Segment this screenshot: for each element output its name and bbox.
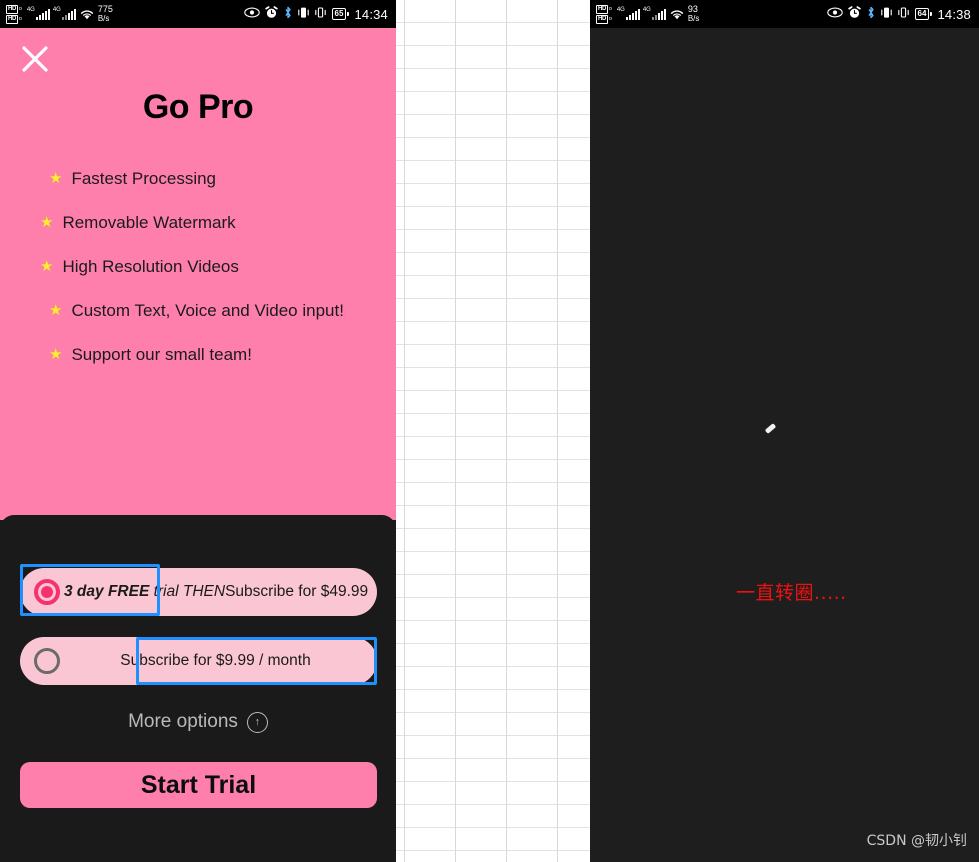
right-phone-screen: HD ᴅ HD ᴅ 4G 4G 93 B/s 64 14:38 bbox=[590, 0, 979, 862]
feature-label: High Resolution Videos bbox=[62, 257, 239, 276]
network-speed-value: 775 bbox=[97, 4, 113, 14]
network-speed-value: 93 bbox=[687, 4, 698, 14]
right-status-bar: HD ᴅ HD ᴅ 4G 4G 93 B/s 64 14:38 bbox=[590, 0, 979, 28]
hd-icon: HD bbox=[6, 4, 19, 14]
plan-option-free-trial[interactable]: 3 day FREE trial THENSubscribe for $49.9… bbox=[20, 568, 377, 616]
radio-selected-icon[interactable] bbox=[34, 579, 60, 605]
battery-saver-icon bbox=[880, 6, 892, 22]
eye-icon bbox=[826, 7, 843, 21]
status-bar-left-group: HD ᴅ HD ᴅ 4G 4G bbox=[6, 4, 113, 24]
network-type-label: 4G bbox=[52, 6, 61, 13]
eye-icon bbox=[243, 7, 260, 21]
feature-label: Fastest Processing bbox=[71, 169, 217, 188]
plan-option-monthly[interactable]: Subscribe for $9.99 / month bbox=[20, 637, 377, 685]
close-icon[interactable] bbox=[18, 42, 52, 76]
hd-icon: HD bbox=[596, 4, 609, 14]
star-icon: ★ bbox=[49, 346, 63, 363]
feature-item: ★ Custom Text, Voice and Video input! bbox=[40, 300, 380, 322]
signal-bars-sim2-icon: 4G bbox=[642, 6, 666, 20]
network-speed: 775 B/s bbox=[97, 4, 113, 24]
left-status-bar: HD ᴅ HD ᴅ 4G 4G 775 B/s 65 14:34 bbox=[0, 0, 396, 28]
hd-sub-label: ᴅ bbox=[19, 16, 22, 22]
hd-badges: HD ᴅ HD ᴅ bbox=[6, 4, 22, 24]
bluetooth-icon bbox=[283, 6, 293, 22]
screenshot-root: HD ᴅ HD ᴅ 4G 4G 775 B/s 65 14:34 Go Pro … bbox=[0, 0, 979, 862]
more-options-button[interactable]: More options ↑ bbox=[0, 711, 396, 733]
plan-label-part-then: trial THEN bbox=[153, 583, 226, 600]
arrow-glyph: ↑ bbox=[254, 715, 261, 728]
wifi-icon bbox=[670, 9, 684, 20]
left-phone-screen: HD ᴅ HD ᴅ 4G 4G 775 B/s 65 14:34 Go Pro … bbox=[0, 0, 396, 862]
hd-badge-sim1: HD ᴅ bbox=[6, 4, 22, 14]
hd-badge-sim1: HD ᴅ bbox=[596, 4, 612, 14]
star-icon: ★ bbox=[49, 302, 63, 319]
hd-sub-label: ᴅ bbox=[609, 6, 612, 12]
status-bar-clock: 14:38 bbox=[937, 6, 971, 22]
status-bar-left-group: HD ᴅ HD ᴅ 4G 4G bbox=[596, 4, 700, 24]
network-type-label: 4G bbox=[616, 6, 625, 13]
bluetooth-icon bbox=[866, 6, 876, 22]
hd-sub-label: ᴅ bbox=[19, 6, 22, 12]
network-type-label: 4G bbox=[642, 6, 651, 13]
star-icon: ★ bbox=[40, 258, 54, 275]
alarm-clock-icon bbox=[847, 6, 861, 22]
signal-bars-sim1-icon: 4G bbox=[616, 6, 640, 20]
feature-label: Support our small team! bbox=[71, 345, 252, 364]
vibrate-icon bbox=[314, 6, 327, 22]
battery-level-label: 64 bbox=[914, 8, 930, 20]
vibrate-icon bbox=[897, 6, 910, 22]
more-options-label: More options bbox=[128, 711, 238, 732]
star-icon: ★ bbox=[40, 214, 54, 231]
network-speed: 93 B/s bbox=[687, 4, 700, 24]
plan-label: Subscribe for $9.99 / month bbox=[120, 652, 311, 669]
battery-icon: 65 bbox=[331, 8, 350, 20]
feature-label: Custom Text, Voice and Video input! bbox=[71, 301, 344, 320]
csdn-watermark: CSDN @韧小钊 bbox=[866, 833, 967, 849]
subscription-card: 3 day FREE trial THENSubscribe for $49.9… bbox=[0, 515, 396, 862]
hd-icon: HD bbox=[6, 14, 19, 24]
loading-annotation-text: 一直转圈..... bbox=[736, 582, 847, 604]
arrow-up-circle-icon[interactable]: ↑ bbox=[246, 711, 268, 733]
hd-sub-label: ᴅ bbox=[609, 16, 612, 22]
hd-badges: HD ᴅ HD ᴅ bbox=[596, 4, 612, 24]
hd-badge-sim2: HD ᴅ bbox=[6, 14, 22, 24]
alarm-clock-icon bbox=[264, 6, 278, 22]
plan-label-part-price: Subscribe for $49.99 bbox=[225, 583, 369, 600]
go-pro-hero: Go Pro ★ Fastest Processing ★ Removable … bbox=[0, 28, 396, 520]
hd-badge-sim2: HD ᴅ bbox=[596, 14, 612, 24]
feature-item: ★ Support our small team! bbox=[40, 344, 380, 366]
feature-list: ★ Fastest Processing ★ Removable Waterma… bbox=[40, 168, 380, 388]
start-trial-button[interactable]: Start Trial bbox=[20, 762, 377, 808]
network-type-label: 4G bbox=[26, 6, 35, 13]
status-bar-clock: 14:34 bbox=[354, 6, 388, 22]
feature-item: ★ High Resolution Videos bbox=[40, 256, 380, 278]
battery-level-label: 65 bbox=[331, 8, 347, 20]
feature-item: ★ Removable Watermark bbox=[40, 212, 380, 234]
battery-icon: 64 bbox=[914, 8, 933, 20]
hd-icon: HD bbox=[596, 14, 609, 24]
status-bar-right-group: 64 14:38 bbox=[826, 6, 971, 22]
wifi-icon bbox=[80, 9, 94, 20]
star-icon: ★ bbox=[49, 170, 63, 187]
signal-bars-sim1-icon: 4G bbox=[26, 6, 50, 20]
feature-label: Removable Watermark bbox=[62, 213, 236, 232]
page-title: Go Pro bbox=[142, 88, 254, 126]
battery-saver-icon bbox=[297, 6, 309, 22]
status-bar-right-group: 65 14:34 bbox=[243, 6, 388, 22]
radio-unselected-icon[interactable] bbox=[34, 648, 60, 674]
network-speed-unit: B/s bbox=[97, 14, 110, 23]
plan-label-part-trial: 3 day FREE bbox=[64, 583, 154, 600]
plan-label: 3 day FREE trial THENSubscribe for $49.9… bbox=[60, 583, 377, 601]
feature-item: ★ Fastest Processing bbox=[40, 168, 380, 190]
network-speed-unit: B/s bbox=[687, 14, 700, 23]
signal-bars-sim2-icon: 4G bbox=[52, 6, 76, 20]
